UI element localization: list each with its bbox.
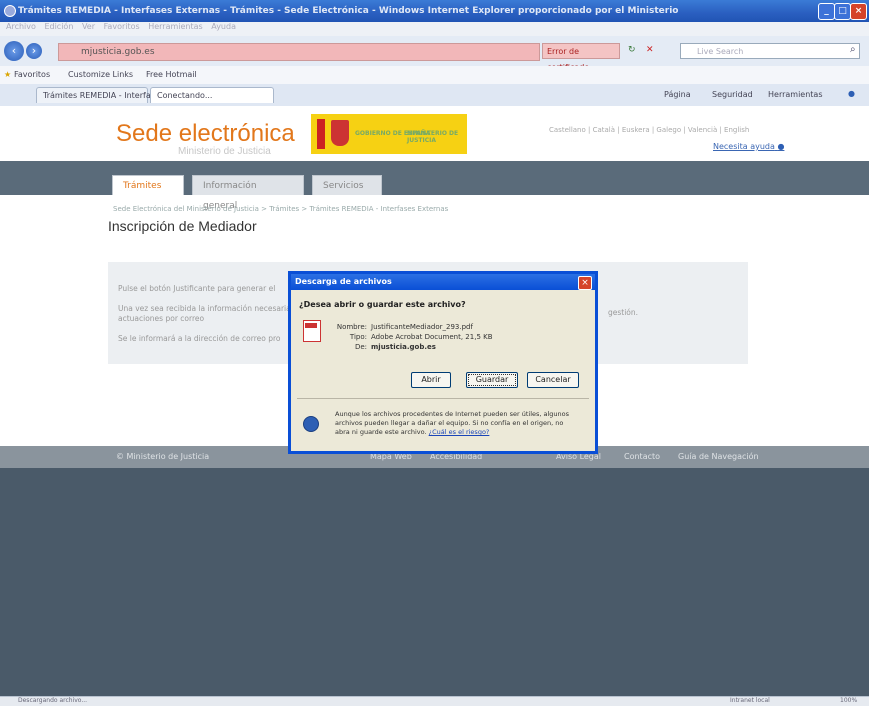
breadcrumb[interactable]: Sede Electrónica del Ministerio de Justi… bbox=[113, 205, 448, 213]
menubar: Archivo Edición Ver Favoritos Herramient… bbox=[0, 22, 869, 36]
site-ministry: Ministerio de Justicia bbox=[178, 146, 271, 157]
tool-pagina[interactable]: Página bbox=[664, 90, 691, 99]
stop-icon[interactable]: ✕ bbox=[646, 45, 654, 55]
file-from-label: De: bbox=[354, 343, 367, 351]
help-label: Necesita ayuda bbox=[713, 142, 775, 151]
tool-seguridad[interactable]: Seguridad bbox=[712, 90, 753, 99]
page-background bbox=[0, 468, 869, 696]
footer-contacto[interactable]: Contacto bbox=[624, 452, 660, 461]
menu-ayuda[interactable]: Ayuda bbox=[211, 22, 236, 31]
tool-herramientas[interactable]: Herramientas bbox=[768, 90, 823, 99]
info-line-3: actuaciones por correo bbox=[118, 314, 205, 323]
dialog-question: ¿Desea abrir o guardar este archivo? bbox=[299, 300, 466, 309]
info-right-text: gestión. bbox=[608, 308, 639, 317]
address-url: mjusticia.gob.es bbox=[81, 47, 155, 57]
fav-link-hotmail[interactable]: Free Hotmail bbox=[146, 70, 197, 79]
address-bar[interactable]: mjusticia.gob.es bbox=[58, 43, 540, 61]
dialog-close-button[interactable]: × bbox=[578, 276, 592, 290]
coat-of-arms-icon bbox=[331, 120, 349, 146]
tab-bar: Trámites REMEDIA - Interfas... Conectand… bbox=[0, 84, 869, 107]
main-nav: Trámites Información general Servicios bbox=[0, 161, 869, 211]
flag-stripe bbox=[317, 119, 325, 149]
open-button[interactable]: Abrir bbox=[411, 372, 451, 388]
site-header: Sede electrónica Ministerio de Justicia … bbox=[0, 106, 869, 161]
back-icon[interactable]: ‹ bbox=[4, 41, 24, 61]
menu-herramientas[interactable]: Herramientas bbox=[148, 22, 203, 31]
security-shield-icon bbox=[303, 416, 319, 432]
fav-link-customize[interactable]: Customize Links bbox=[68, 70, 133, 79]
security-warning: Aunque los archivos procedentes de Inter… bbox=[335, 410, 575, 437]
forward-icon[interactable]: › bbox=[26, 43, 42, 59]
menu-edicion[interactable]: Edición bbox=[44, 22, 73, 31]
dialog-divider bbox=[297, 398, 589, 399]
tab-remedia[interactable]: Trámites REMEDIA - Interfas... bbox=[36, 87, 163, 103]
help-icon: ● bbox=[777, 142, 785, 151]
minimize-button[interactable]: _ bbox=[818, 3, 835, 20]
file-name-label: Nombre: bbox=[336, 323, 367, 331]
pdf-file-icon bbox=[303, 320, 321, 342]
file-type-value: Adobe Acrobat Document, 21,5 KB bbox=[371, 333, 493, 341]
search-input[interactable]: Live Search bbox=[680, 43, 860, 59]
maximize-button[interactable]: □ bbox=[834, 3, 851, 20]
menu-archivo[interactable]: Archivo bbox=[6, 22, 36, 31]
status-zoom[interactable]: 100% bbox=[840, 697, 857, 704]
window-title: Trámites REMEDIA - Interfases Externas -… bbox=[18, 6, 679, 16]
status-zone: Intranet local bbox=[730, 697, 770, 704]
info-line-4: Se le informará a la dirección de correo… bbox=[118, 334, 281, 343]
menu-favoritos[interactable]: Favoritos bbox=[104, 22, 140, 31]
file-from-value: mjusticia.gob.es bbox=[371, 343, 436, 351]
window-titlebar: Trámites REMEDIA - Interfases Externas -… bbox=[0, 0, 869, 22]
download-dialog: Descarga de archivos × ¿Desea abrir o gu… bbox=[288, 271, 598, 454]
search-icon[interactable]: ⌕ bbox=[850, 44, 856, 55]
help-circle-icon[interactable]: ● bbox=[848, 89, 855, 98]
help-link[interactable]: Necesita ayuda ● bbox=[713, 142, 784, 151]
favorites-button[interactable]: Favoritos bbox=[14, 70, 50, 79]
cancel-button[interactable]: Cancelar bbox=[527, 372, 579, 388]
star-icon: ★ bbox=[4, 70, 12, 79]
footer-copyright: © Ministerio de Justicia bbox=[116, 452, 210, 461]
favorites-bar: ★ Favoritos Customize Links Free Hotmail bbox=[0, 66, 869, 84]
page-title: Inscripción de Mediador bbox=[108, 218, 257, 234]
save-button[interactable]: Guardar bbox=[466, 372, 518, 388]
address-row: ‹ › mjusticia.gob.es Error de certificad… bbox=[0, 36, 869, 72]
info-line-1: Pulse el botón Justificante para generar… bbox=[118, 284, 276, 293]
file-type-label: Tipo: bbox=[349, 333, 367, 341]
certificate-error-badge[interactable]: Error de certificado bbox=[542, 43, 620, 72]
risk-link[interactable]: ¿Cuál es el riesgo? bbox=[429, 428, 490, 436]
government-logo[interactable]: GOBIERNO DE ESPAÑA MINISTERIO DE JUSTICI… bbox=[311, 114, 467, 154]
tab-informacion-general[interactable]: Información general bbox=[192, 175, 304, 211]
status-text: Descargando archivo... bbox=[18, 697, 88, 704]
tab-tramites[interactable]: Trámites bbox=[112, 175, 184, 195]
file-name-value: JustificanteMediador_293.pdf bbox=[371, 323, 473, 331]
language-selector[interactable]: Castellano | Català | Euskera | Galego |… bbox=[549, 126, 749, 134]
site-brand[interactable]: Sede electrónica bbox=[116, 120, 295, 148]
dialog-title: Descarga de archivos bbox=[291, 274, 595, 290]
tab-conectando[interactable]: Conectando... bbox=[150, 87, 274, 103]
footer-guia[interactable]: Guía de Navegación bbox=[678, 452, 759, 461]
refresh-icon[interactable]: ↻ bbox=[628, 45, 636, 55]
tab-servicios[interactable]: Servicios bbox=[312, 175, 382, 195]
info-line-2: Una vez sea recibida la información nece… bbox=[118, 304, 291, 313]
close-window-button[interactable]: × bbox=[850, 3, 867, 20]
ie-icon bbox=[4, 5, 16, 17]
logo-ministerio: MINISTERIO DE JUSTICIA bbox=[407, 130, 459, 144]
menu-ver[interactable]: Ver bbox=[82, 22, 95, 31]
